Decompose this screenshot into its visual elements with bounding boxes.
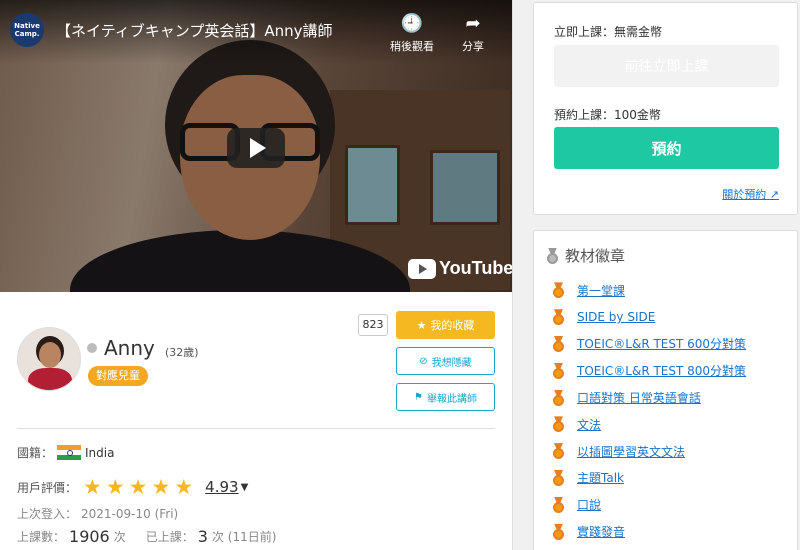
external-link-icon: ↗ [769, 188, 779, 201]
badge-link[interactable]: SIDE by SIDE [577, 310, 655, 324]
list-item[interactable]: 主題Talk [552, 465, 746, 492]
reserve-lesson-label: 預約上課：100金幣 [554, 108, 661, 122]
flag-icon: ⚑ [414, 391, 423, 403]
badge-link[interactable]: 實踐發音 [577, 523, 625, 540]
medal-icon [552, 524, 565, 540]
badge-link[interactable]: 主題Talk [577, 469, 624, 486]
medal-icon [552, 282, 565, 299]
rating-stars: ★★★★★ [83, 475, 198, 499]
list-item[interactable]: SIDE by SIDE [552, 304, 746, 331]
list-item[interactable]: 文法 [552, 411, 746, 438]
video-background-window [345, 145, 400, 225]
medal-icon [552, 363, 565, 379]
medal-icon [552, 390, 565, 406]
taken-count: 3 [197, 527, 208, 546]
favorite-button[interactable]: ★ 我的收藏 [396, 311, 495, 339]
video-background-window [430, 150, 500, 225]
youtube-play-icon [408, 258, 436, 279]
rating-row: 用戶評價： ★★★★★ 4.93 ▼ [17, 475, 248, 499]
lessons-row: 上課數： 1906 次 已上課： 3 次 (11日前) [17, 527, 276, 546]
list-item[interactable]: 以插圖學習英文文法 [552, 438, 746, 465]
nationality-label: 國籍： [17, 446, 54, 460]
medal-icon [546, 248, 559, 264]
instant-lesson-label: 立即上課：無需金幣 [554, 25, 663, 39]
star-icon: ★ [416, 318, 427, 332]
badge-link[interactable]: TOEIC®L&R TEST 800分對策 [577, 362, 746, 379]
instant-lesson-button[interactable]: 前往立即上課 [554, 45, 779, 87]
taken-label: 已上課： [145, 530, 194, 544]
badge-list: 第一堂課 SIDE by SIDE TOEIC®L&R TEST 600分對策 … [552, 277, 746, 545]
about-reservation-label: 關於預約 [722, 188, 767, 201]
last-login-value: 2021-09-10 (Fri) [81, 506, 179, 521]
avatar [17, 327, 81, 391]
report-label: 舉報此講師 [426, 393, 477, 405]
badge-link[interactable]: 第一堂課 [577, 282, 625, 299]
youtube-wordmark: YouTube [439, 258, 512, 278]
badge-card: 教材徽章 第一堂課 SIDE by SIDE TOEIC®L&R TEST 60… [533, 230, 798, 550]
nationality-value: India [85, 445, 115, 460]
booking-card: 立即上課：無需金幣 前往立即上課 預約上課：100金幣 預約 關於預約 ↗ [533, 2, 798, 215]
watch-later-label: 稍後觀看 [390, 40, 434, 53]
clock-icon: 🕘 [400, 13, 424, 34]
lessons-count: 1906 [69, 527, 110, 546]
list-item[interactable]: 第一堂課 [552, 277, 746, 304]
medal-icon [552, 443, 565, 460]
medal-icon [552, 470, 565, 486]
left-column: Native Camp. 【ネイティブキャンプ英会話】Anny講師 🕘 稍後觀看… [0, 0, 513, 550]
medal-icon [552, 309, 565, 326]
watch-later-button[interactable]: 🕘 稍後觀看 [390, 14, 434, 54]
list-item[interactable]: 口語對策 日常英語會話 [552, 384, 746, 411]
list-item[interactable]: 實踐發音 [552, 518, 746, 545]
badge-link[interactable]: 口說 [577, 496, 601, 513]
badge-link[interactable]: 口語對策 日常英語會話 [577, 389, 701, 406]
teacher-age: (32歲) [165, 346, 199, 359]
badge-header: 教材徽章 [546, 245, 625, 266]
online-status-dot [87, 343, 97, 353]
lessons-unit: 次 [113, 530, 126, 544]
teacher-name: Anny [104, 336, 155, 360]
hide-label: 我想隱藏 [431, 357, 472, 369]
medal-icon [552, 336, 565, 352]
share-label: 分享 [462, 40, 484, 53]
badge-title: 教材徽章 [565, 247, 626, 265]
kids-badge: 對應兒童 [88, 366, 148, 386]
rating-label: 用戶評價： [17, 480, 78, 495]
teacher-profile: Anny (32歲) 對應兒童 823 ★ 我的收藏 ⊘ 我想隱藏 ⚑ 舉報此講… [0, 292, 512, 550]
list-item[interactable]: TOEIC®L&R TEST 600分對策 [552, 331, 746, 358]
list-item[interactable]: TOEIC®L&R TEST 800分對策 [552, 357, 746, 384]
medal-icon [552, 497, 565, 513]
video-title[interactable]: 【ネイティブキャンプ英会話】Anny講師 [56, 20, 333, 41]
lessons-label: 上課數： [17, 530, 66, 544]
favorite-count: 823 [358, 314, 388, 336]
favorite-label: 我的收藏 [430, 319, 475, 332]
badge-link[interactable]: 以插圖學習英文文法 [577, 443, 685, 460]
caret-down-icon[interactable]: ▼ [241, 482, 249, 493]
reserve-button[interactable]: 預約 [554, 127, 779, 169]
list-item[interactable]: 口說 [552, 491, 746, 518]
taken-unit: 次 (11日前) [211, 530, 277, 544]
about-reservation-link[interactable]: 關於預約 ↗ [722, 186, 779, 202]
intro-video[interactable]: Native Camp. 【ネイティブキャンプ英会話】Anny講師 🕘 稍後觀看… [0, 0, 512, 292]
divider [17, 428, 495, 429]
eye-slash-icon: ⊘ [419, 355, 428, 367]
channel-logo[interactable]: Native Camp. [10, 13, 44, 47]
badge-link[interactable]: TOEIC®L&R TEST 600分對策 [577, 335, 746, 352]
play-button[interactable] [227, 128, 285, 168]
badge-link[interactable]: 文法 [577, 416, 601, 433]
nationality-row: 國籍： India [17, 444, 114, 461]
rating-value[interactable]: 4.93 [205, 478, 238, 496]
india-flag-icon [57, 445, 82, 460]
last-login-row: 上次登入： 2021-09-10 (Fri) [17, 505, 178, 522]
share-arrow-icon: ➦ [465, 13, 481, 34]
report-button[interactable]: ⚑ 舉報此講師 [396, 383, 495, 411]
share-button[interactable]: ➦ 分享 [462, 14, 484, 54]
youtube-logo[interactable]: YouTube [408, 258, 512, 279]
hide-button[interactable]: ⊘ 我想隱藏 [396, 347, 495, 375]
last-login-label: 上次登入： [17, 507, 78, 521]
medal-icon [552, 416, 565, 433]
